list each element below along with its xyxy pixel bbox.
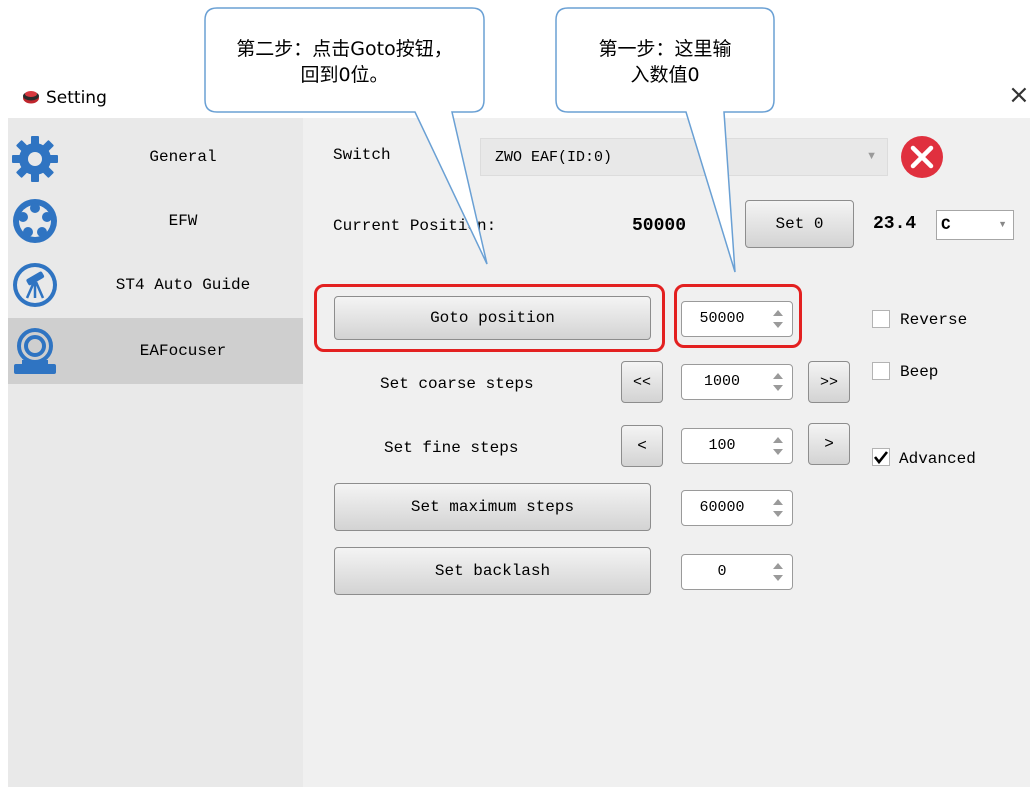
beep-label: Beep xyxy=(900,363,939,381)
gear-icon xyxy=(12,136,58,182)
temperature-unit-value: C xyxy=(941,216,951,234)
fine-steps-label: Set fine steps xyxy=(384,439,519,457)
maximum-steps-input[interactable]: 60000 xyxy=(681,490,793,526)
temperature-value: 23.4 xyxy=(873,214,917,234)
device-select-value: ZWO EAF(ID:0) xyxy=(495,149,613,166)
sidebar-item-general[interactable]: General xyxy=(8,126,303,192)
title-bar: Setting × xyxy=(0,0,1030,118)
backlash-value: 0 xyxy=(717,563,727,580)
sidebar-item-efw[interactable]: EFW xyxy=(8,190,303,256)
disconnect-button[interactable] xyxy=(900,135,944,179)
spinner-arrows-icon[interactable] xyxy=(772,371,784,393)
window-title: Setting xyxy=(46,88,107,108)
maximum-steps-value: 60000 xyxy=(699,499,745,516)
current-position-value: 50000 xyxy=(632,216,687,236)
set-zero-button[interactable]: Set 0 xyxy=(745,200,854,248)
sidebar-item-label: EAFocuser xyxy=(139,342,227,360)
coarse-increase-button[interactable]: >> xyxy=(808,361,850,403)
spinner-arrows-icon[interactable] xyxy=(772,435,784,457)
spinner-arrows-icon[interactable] xyxy=(772,561,784,583)
sidebar-item-st4[interactable]: ST4 Auto Guide xyxy=(8,254,303,320)
advanced-label: Advanced xyxy=(899,450,976,468)
beep-checkbox[interactable] xyxy=(872,362,890,380)
spinner-arrows-icon[interactable] xyxy=(772,497,784,519)
chevron-down-icon: ▼ xyxy=(998,219,1007,229)
backlash-input[interactable]: 0 xyxy=(681,554,793,590)
callout-step2-line2: 回到0位。 xyxy=(300,64,389,86)
fine-steps-input[interactable]: 100 xyxy=(681,428,793,464)
sidebar-item-label: General xyxy=(149,148,217,166)
coarse-steps-input[interactable]: 1000 xyxy=(681,364,793,400)
coarse-steps-label: Set coarse steps xyxy=(380,375,534,393)
switch-label: Switch xyxy=(333,146,391,164)
goto-button-highlight xyxy=(314,284,665,352)
sidebar-item-label: ST4 Auto Guide xyxy=(115,276,251,294)
current-position-label: Current Position: xyxy=(333,217,497,235)
sidebar: General EFW ST4 Auto Guide EAFocuser xyxy=(8,118,303,787)
callout-step2-text: 第二步：点击Goto按钮， 回到0位。 xyxy=(205,36,484,88)
coarse-decrease-button[interactable]: << xyxy=(621,361,663,403)
set-backlash-button[interactable]: Set backlash xyxy=(334,547,651,595)
fine-steps-value: 100 xyxy=(708,437,736,454)
fine-decrease-button[interactable]: < xyxy=(621,425,663,467)
checkmark-icon xyxy=(873,451,889,465)
advanced-checkbox[interactable] xyxy=(872,448,890,466)
app-logo-icon xyxy=(23,91,39,104)
sidebar-item-eafocuser[interactable]: EAFocuser xyxy=(8,318,303,384)
temperature-unit-select[interactable]: C ▼ xyxy=(936,210,1014,240)
callout-step1-text: 第一步：这里输 入数值0 xyxy=(556,36,774,88)
filter-wheel-icon xyxy=(13,199,57,243)
reverse-checkbox[interactable] xyxy=(872,310,890,328)
focuser-icon xyxy=(14,328,56,374)
callout-step2-line1: 第二步：点击Goto按钮， xyxy=(236,38,453,60)
coarse-steps-value: 1000 xyxy=(703,373,740,390)
chevron-down-icon: ▼ xyxy=(866,150,877,162)
fine-increase-button[interactable]: > xyxy=(808,423,850,465)
device-select[interactable]: ZWO EAF(ID:0) ▼ xyxy=(480,138,888,176)
set-maximum-steps-button[interactable]: Set maximum steps xyxy=(334,483,651,531)
close-window-button[interactable]: × xyxy=(1008,82,1030,108)
telescope-icon xyxy=(13,263,57,307)
sidebar-item-label: EFW xyxy=(168,212,198,230)
callout-step1-line2: 入数值0 xyxy=(630,64,700,86)
reverse-label: Reverse xyxy=(900,311,968,329)
goto-value-highlight xyxy=(674,284,802,348)
callout-step1-line1: 第一步：这里输 xyxy=(598,38,732,60)
